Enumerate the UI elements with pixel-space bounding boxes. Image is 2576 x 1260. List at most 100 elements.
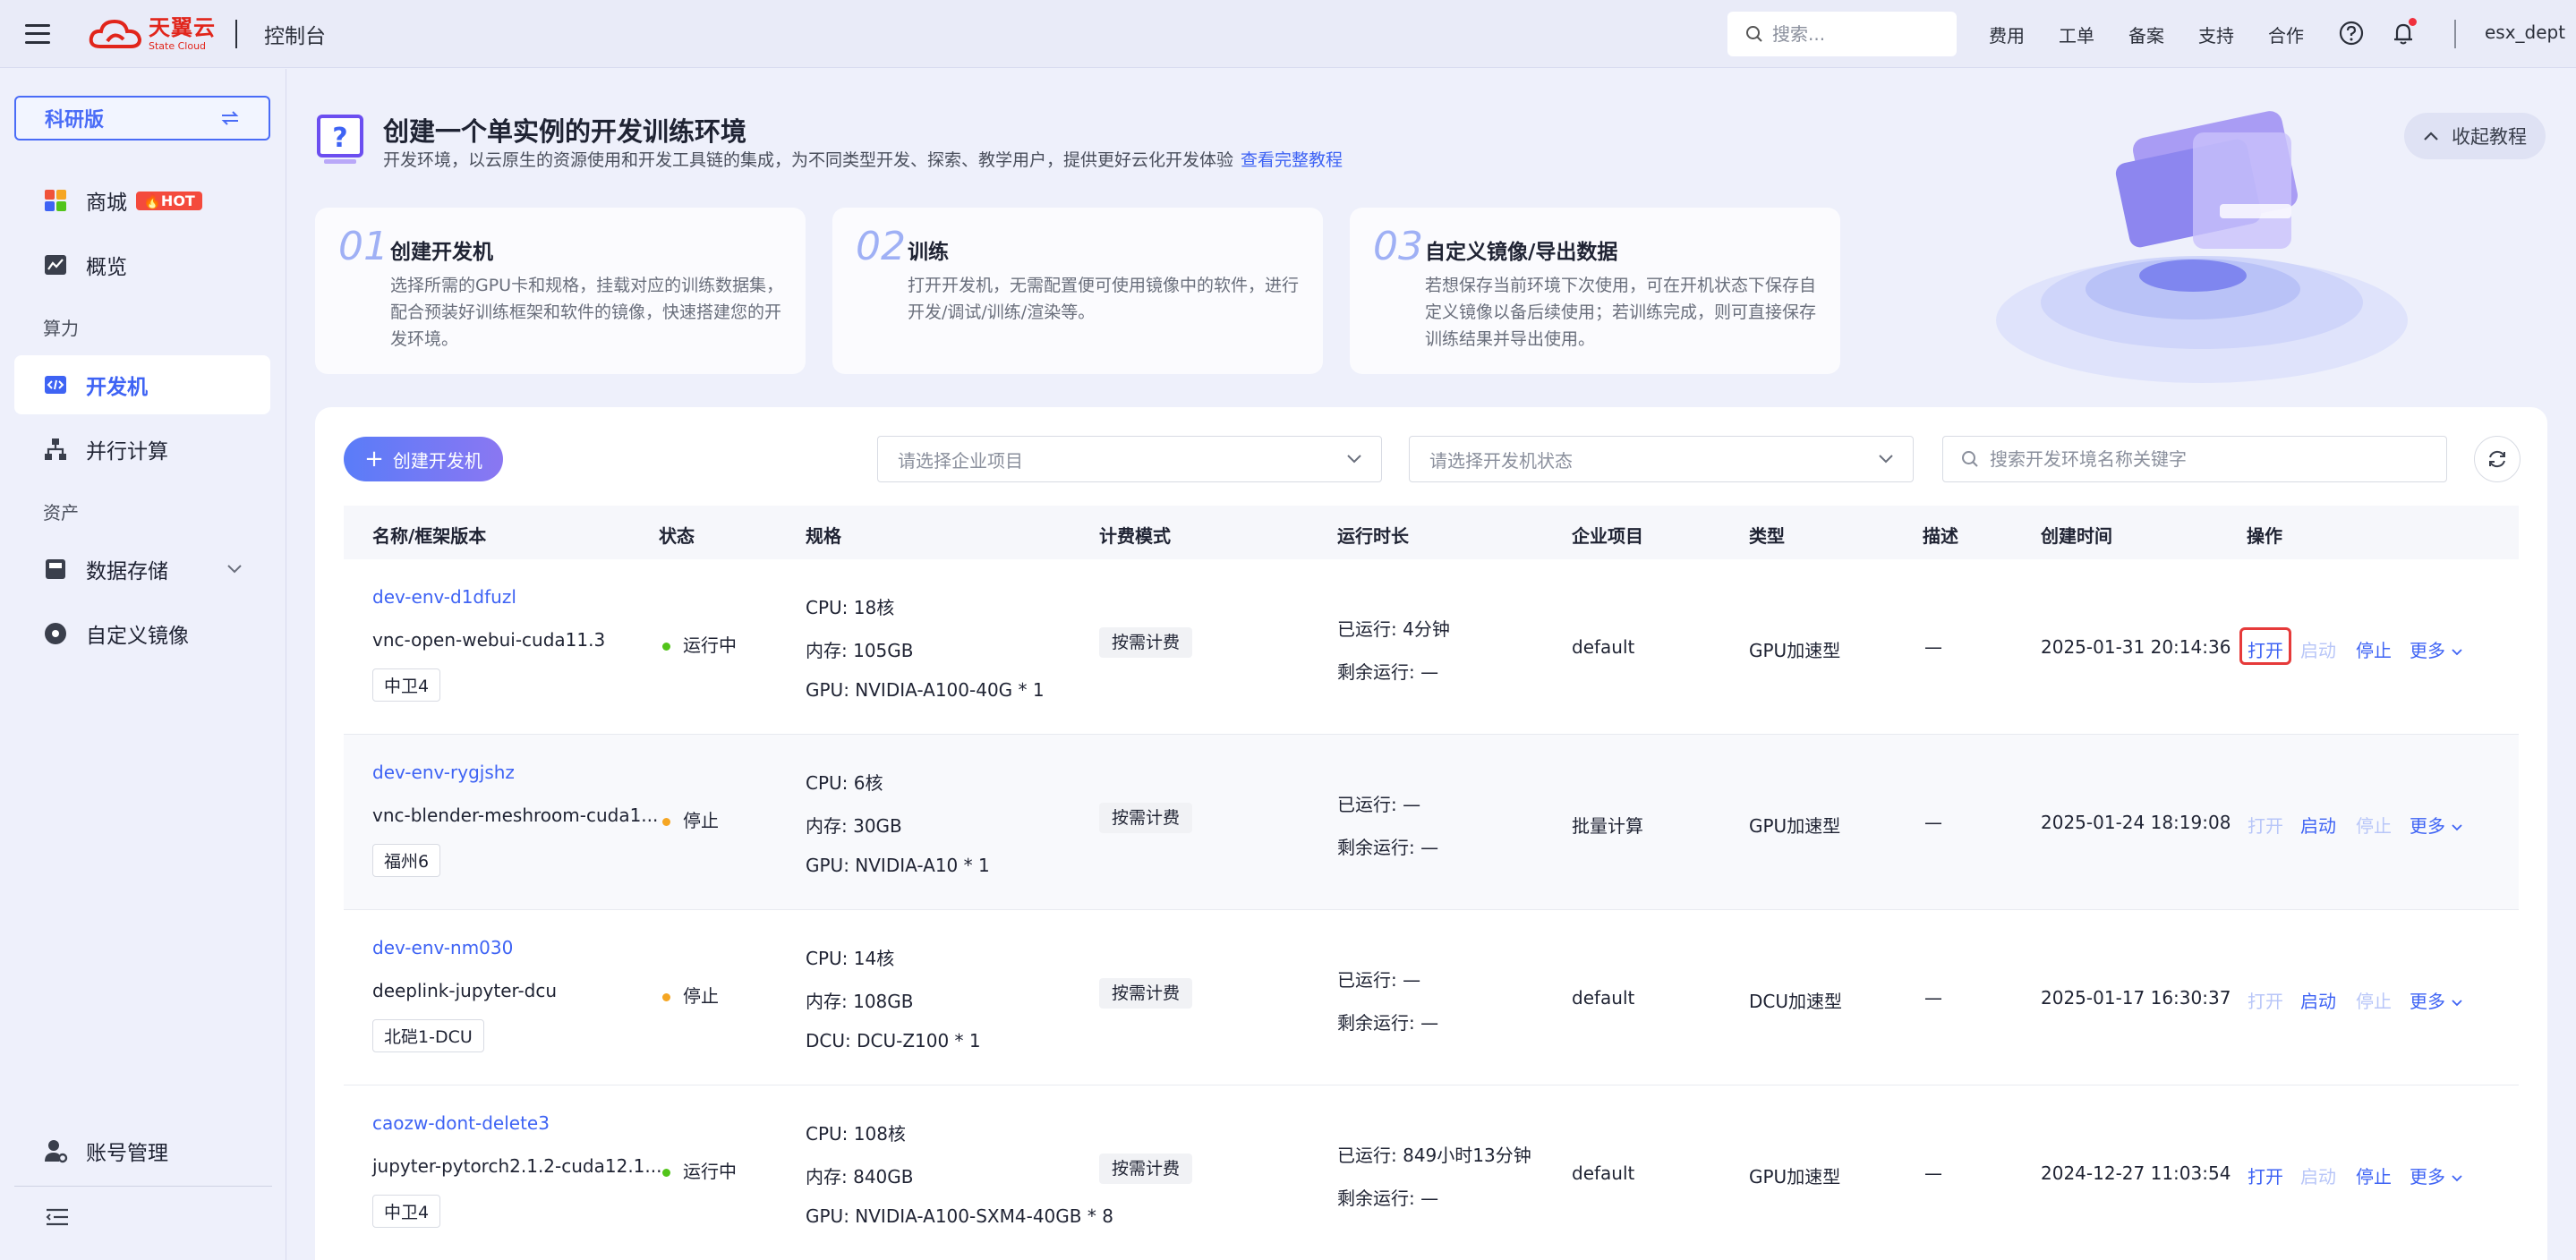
created-cell: 2025-01-17 16:30:37 [2041, 987, 2231, 1009]
more-button[interactable]: 更多 [2410, 987, 2463, 1013]
env-image: jupyter-pytorch2.1.2-cuda12.1... [372, 1155, 662, 1177]
link-filing[interactable]: 备案 [2128, 21, 2164, 47]
hierarchy-icon [45, 438, 66, 460]
mall-icon [45, 190, 66, 211]
spec-gpu: GPU: NVIDIA-A100-40G * 1 [806, 679, 1045, 701]
chevron-down-icon [2452, 824, 2462, 831]
notification-button[interactable] [2390, 18, 2417, 47]
link-support[interactable]: 支持 [2198, 21, 2234, 47]
status-text: 停止 [683, 810, 719, 831]
stop-button[interactable]: 停止 [2356, 636, 2392, 662]
dev-machine-panel: + 创建开发机 请选择企业项目 请选择开发机状态 名称/框架版本 状态 规格 计… [315, 407, 2547, 1260]
header-divider-right [2454, 20, 2456, 48]
chevron-down-icon [2452, 1175, 2462, 1182]
stop-button[interactable]: 停止 [2356, 812, 2392, 838]
billing-tag: 按需计费 [1099, 1154, 1193, 1184]
sidebar-item-data-storage[interactable]: 数据存储 [14, 540, 270, 599]
stop-button[interactable]: 停止 [2356, 1162, 2392, 1188]
step-number: 03 [1373, 224, 1423, 269]
spec-mem: 内存: 840GB [806, 1166, 914, 1188]
status-cell: 停止 [662, 982, 719, 1008]
collapse-sidebar-icon[interactable] [45, 1207, 70, 1227]
stop-button[interactable]: 停止 [2356, 987, 2392, 1013]
table-header: 名称/框架版本 状态 规格 计费模式 运行时长 企业项目 类型 描述 创建时间 … [344, 506, 2519, 559]
help-icon[interactable] [2338, 20, 2365, 47]
more-label: 更多 [2410, 815, 2445, 837]
status-dot [662, 1169, 670, 1177]
spec-gpu: GPU: NVIDIA-A100-SXM4-40GB * 8 [806, 1205, 1113, 1227]
env-name-link[interactable]: dev-env-d1dfuzl [372, 586, 516, 608]
region-tag: 北硙1-DCU [372, 1019, 484, 1052]
more-button[interactable]: 更多 [2410, 1162, 2463, 1188]
hero-subtitle-text: 开发环境，以云原生的资源使用和开发工具链的集成，为不同类型开发、探索、教学用户，… [383, 150, 1234, 170]
more-label: 更多 [2410, 1166, 2445, 1188]
start-button[interactable]: 启动 [2300, 812, 2336, 838]
sidebar-item-mall[interactable]: 商城 🔥HOT [14, 171, 270, 230]
refresh-button[interactable] [2474, 436, 2521, 482]
start-button[interactable]: 启动 [2300, 1162, 2336, 1188]
menu-icon[interactable] [25, 23, 50, 44]
sidebar-item-label: 并行计算 [86, 440, 168, 464]
status-text: 运行中 [683, 1161, 737, 1182]
open-button[interactable]: 打开 [2248, 636, 2283, 662]
storage-icon [46, 559, 65, 579]
project-select[interactable]: 请选择企业项目 [877, 436, 1382, 482]
swap-icon [221, 111, 239, 125]
spec-mem: 内存: 30GB [806, 815, 902, 837]
search-icon [1962, 451, 1978, 467]
logo[interactable]: 天翼云 State Cloud [88, 16, 216, 52]
logo-text-cn: 天翼云 [149, 14, 216, 40]
env-image: vnc-blender-meshroom-cuda1... [372, 805, 659, 826]
edition-switch-button[interactable]: 科研版 [14, 96, 270, 140]
col-spec: 规格 [806, 525, 841, 547]
step-card-1: 01 创建开发机 选择所需的GPU卡和规格，挂载对应的训练数据集，配合预装好训练… [315, 208, 806, 374]
env-search-input[interactable] [1990, 448, 2419, 470]
create-dev-machine-button[interactable]: + 创建开发机 [344, 437, 503, 481]
billing-tag: 按需计费 [1099, 803, 1193, 833]
open-button[interactable]: 打开 [2248, 812, 2283, 838]
status-cell: 停止 [662, 806, 719, 832]
env-name-link[interactable]: dev-env-rygjshz [372, 762, 515, 783]
global-search-input[interactable] [1772, 23, 1942, 45]
project-cell: default [1572, 1162, 1635, 1184]
open-button[interactable]: 打开 [2248, 987, 2283, 1013]
username[interactable]: esx_dept [2485, 21, 2565, 43]
link-billing[interactable]: 费用 [1989, 21, 2025, 47]
sidebar-item-overview[interactable]: 概览 [14, 235, 270, 294]
project-select-placeholder: 请选择企业项目 [898, 449, 1023, 472]
step-card-2: 02 训练 打开开发机，无需配置便可使用镜像中的软件，进行开发/调试/训练/渲染… [832, 208, 1323, 374]
col-runtime: 运行时长 [1337, 525, 1409, 547]
tutorial-link[interactable]: 查看完整教程 [1241, 150, 1343, 170]
status-dot [662, 643, 670, 651]
env-name-link[interactable]: dev-env-nm030 [372, 937, 513, 958]
global-search[interactable] [1727, 12, 1957, 56]
sidebar-item-label: 商城 [86, 192, 127, 215]
collapse-tutorial-button[interactable]: 收起教程 [2404, 113, 2546, 159]
sidebar-item-custom-image[interactable]: 自定义镜像 [14, 604, 270, 663]
hero-title: 创建一个单实例的开发训练环境 [383, 116, 747, 147]
step-description: 选择所需的GPU卡和规格，挂载对应的训练数据集，配合预装好训练框架和软件的镜像，… [390, 276, 784, 349]
status-select[interactable]: 请选择开发机状态 [1409, 436, 1914, 482]
env-name-link[interactable]: caozw-dont-delete3 [372, 1112, 550, 1134]
sidebar-item-account[interactable]: 账号管理 [14, 1121, 270, 1180]
console-title[interactable]: 控制台 [264, 19, 326, 49]
more-button[interactable]: 更多 [2410, 812, 2463, 838]
sidebar-item-dev-machine[interactable]: 开发机 [14, 355, 270, 414]
env-image: deeplink-jupyter-dcu [372, 980, 558, 1001]
open-button[interactable]: 打开 [2248, 1162, 2283, 1188]
env-search[interactable] [1942, 436, 2447, 482]
link-partner[interactable]: 合作 [2268, 21, 2304, 47]
desc-cell: — [1924, 987, 1942, 1009]
chevron-down-icon[interactable] [226, 562, 243, 575]
step-title: 训练 [908, 241, 949, 264]
spec-gpu: DCU: DCU-Z100 * 1 [806, 1030, 981, 1051]
chevron-up-icon [2424, 132, 2438, 140]
col-created: 创建时间 [2041, 525, 2112, 547]
link-tickets[interactable]: 工单 [2059, 21, 2094, 47]
start-button[interactable]: 启动 [2300, 987, 2336, 1013]
start-button[interactable]: 启动 [2300, 636, 2336, 662]
runtime-remain: 剩余运行: — [1337, 1188, 1439, 1209]
more-button[interactable]: 更多 [2410, 636, 2463, 662]
sidebar-item-parallel-compute[interactable]: 并行计算 [14, 420, 270, 479]
table-row: caozw-dont-delete3 jupyter-pytorch2.1.2-… [344, 1085, 2519, 1260]
